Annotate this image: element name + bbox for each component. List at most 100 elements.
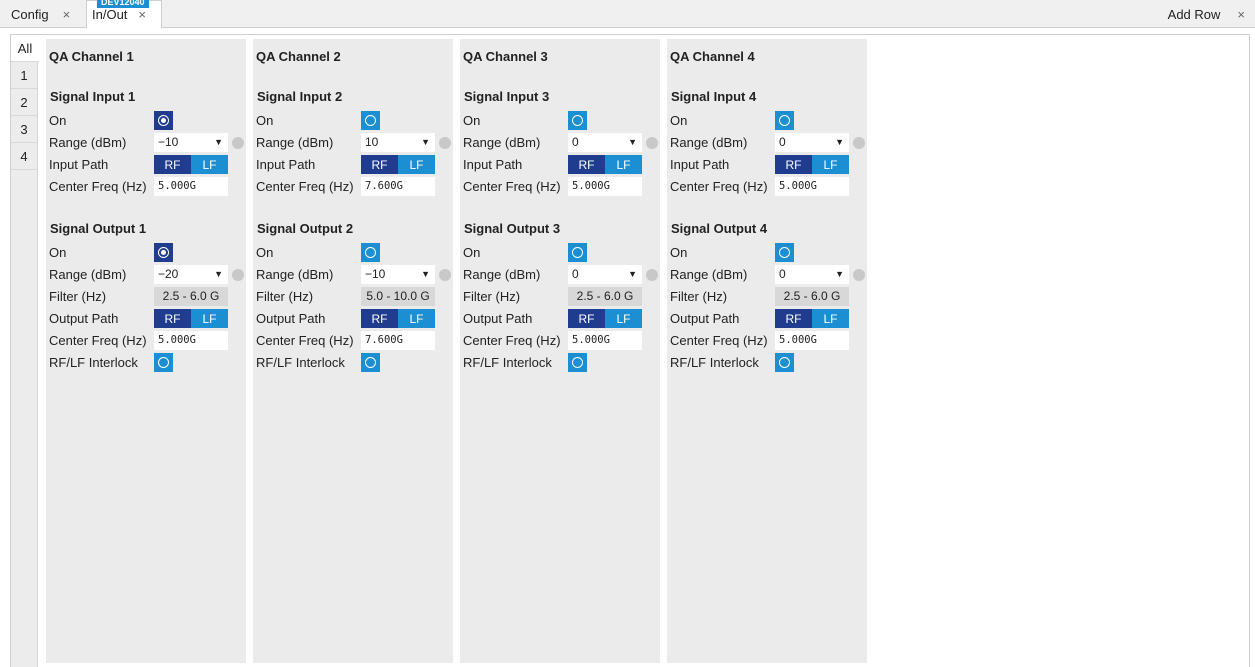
side-tab-4[interactable]: 4: [11, 143, 37, 170]
tab-config[interactable]: Config ×: [0, 0, 86, 28]
chevron-down-icon: ▼: [835, 137, 844, 147]
center-freq-label: Center Freq (Hz): [463, 179, 561, 194]
channel-title: QA Channel 3: [463, 49, 548, 64]
input-on-toggle[interactable]: [154, 111, 173, 130]
input-range-select[interactable]: 10 ▼: [361, 133, 435, 152]
output-on-toggle[interactable]: [154, 243, 173, 262]
output-on-toggle[interactable]: [568, 243, 587, 262]
output-filter-row: Filter (Hz) 5.0 - 10.0 G: [256, 287, 453, 307]
output-center-freq-field[interactable]: 5.000G: [154, 331, 228, 350]
toggle-ring-icon: [158, 115, 169, 126]
output-path-rf-button[interactable]: RF: [568, 309, 605, 328]
output-range-select[interactable]: 0 ▼: [775, 265, 849, 284]
input-range-row: Range (dBm) 0 ▼: [463, 133, 660, 153]
toggle-ring-icon: [779, 357, 790, 368]
output-range-select[interactable]: 0 ▼: [568, 265, 642, 284]
output-path-label: Output Path: [463, 311, 533, 326]
output-path-lf-button[interactable]: LF: [191, 309, 228, 328]
chevron-down-icon: ▼: [835, 269, 844, 279]
interlock-toggle[interactable]: [361, 353, 380, 372]
toggle-ring-icon: [365, 247, 376, 258]
output-path-rf-button[interactable]: RF: [154, 309, 191, 328]
chevron-down-icon: ▼: [214, 137, 223, 147]
signal-output-title: Signal Output 2: [257, 221, 354, 236]
interlock-row: RF/LF Interlock: [49, 353, 246, 373]
output-center-freq-field[interactable]: 7.600G: [361, 331, 435, 350]
output-path-lf-button[interactable]: LF: [398, 309, 435, 328]
output-path-row: Output Path RF LF: [49, 309, 246, 329]
output-center-freq-row: Center Freq (Hz) 5.000G: [49, 331, 246, 351]
output-filter-row: Filter (Hz) 2.5 - 6.0 G: [463, 287, 660, 307]
center-freq-label: Center Freq (Hz): [256, 179, 354, 194]
device-badge: DEV12040: [97, 0, 149, 8]
output-range-row: Range (dBm) −10 ▼: [256, 265, 453, 285]
output-range-value: −10: [365, 267, 386, 281]
interlock-toggle[interactable]: [568, 353, 587, 372]
channel-title: QA Channel 2: [256, 49, 341, 64]
signal-input-title: Signal Input 1: [50, 89, 136, 104]
input-center-freq-field[interactable]: 5.000G: [568, 177, 642, 196]
interlock-row: RF/LF Interlock: [670, 353, 867, 373]
interlock-toggle[interactable]: [775, 353, 794, 372]
output-path-rf-button[interactable]: RF: [361, 309, 398, 328]
input-path-lf-button[interactable]: LF: [398, 155, 435, 174]
input-range-select[interactable]: 0 ▼: [775, 133, 849, 152]
close-icon[interactable]: ×: [63, 7, 71, 22]
input-path-rf-button[interactable]: RF: [775, 155, 812, 174]
output-on-toggle[interactable]: [775, 243, 794, 262]
side-tab-2[interactable]: 2: [11, 89, 37, 116]
input-range-select[interactable]: 0 ▼: [568, 133, 642, 152]
output-path-row: Output Path RF LF: [256, 309, 453, 329]
output-path-rf-button[interactable]: RF: [775, 309, 812, 328]
input-path-lf-button[interactable]: LF: [191, 155, 228, 174]
filter-label: Filter (Hz): [670, 289, 728, 304]
input-center-freq-field[interactable]: 5.000G: [154, 177, 228, 196]
input-path-lf-button[interactable]: LF: [605, 155, 642, 174]
input-center-freq-row: Center Freq (Hz) 5.000G: [670, 177, 867, 197]
add-row-button[interactable]: Add Row ×: [1168, 0, 1255, 28]
input-range-row: Range (dBm) 0 ▼: [670, 133, 867, 153]
range-label: Range (dBm): [256, 267, 334, 282]
input-path-rf-button[interactable]: RF: [361, 155, 398, 174]
overload-led-icon: [853, 137, 865, 149]
input-range-select[interactable]: −10 ▼: [154, 133, 228, 152]
output-on-row: On: [49, 243, 246, 263]
input-on-toggle[interactable]: [361, 111, 380, 130]
input-center-freq-field[interactable]: 7.600G: [361, 177, 435, 196]
side-tab-3[interactable]: 3: [11, 116, 37, 143]
input-on-toggle[interactable]: [775, 111, 794, 130]
signal-input-title: Signal Input 4: [671, 89, 757, 104]
input-path-rf-button[interactable]: RF: [154, 155, 191, 174]
range-label: Range (dBm): [49, 267, 127, 282]
output-range-select[interactable]: −10 ▼: [361, 265, 435, 284]
close-icon[interactable]: ×: [1237, 7, 1245, 22]
output-path-switch: RF LF: [361, 309, 435, 328]
center-freq-label: Center Freq (Hz): [463, 333, 561, 348]
input-on-toggle[interactable]: [568, 111, 587, 130]
output-center-freq-field[interactable]: 5.000G: [775, 331, 849, 350]
input-center-freq-field[interactable]: 5.000G: [775, 177, 849, 196]
input-on-row: On: [670, 111, 867, 131]
output-path-switch: RF LF: [775, 309, 849, 328]
interlock-toggle[interactable]: [154, 353, 173, 372]
output-path-lf-button[interactable]: LF: [812, 309, 849, 328]
output-on-toggle[interactable]: [361, 243, 380, 262]
input-path-switch: RF LF: [568, 155, 642, 174]
side-tab-1[interactable]: 1: [11, 62, 37, 89]
chevron-down-icon: ▼: [214, 269, 223, 279]
input-path-lf-button[interactable]: LF: [812, 155, 849, 174]
input-center-freq-row: Center Freq (Hz) 7.600G: [256, 177, 453, 197]
interlock-label: RF/LF Interlock: [463, 355, 552, 370]
output-filter-value: 2.5 - 6.0 G: [568, 287, 642, 306]
filter-label: Filter (Hz): [49, 289, 107, 304]
interlock-label: RF/LF Interlock: [49, 355, 138, 370]
signal-output-title: Signal Output 1: [50, 221, 147, 236]
output-center-freq-field[interactable]: 5.000G: [568, 331, 642, 350]
chevron-down-icon: ▼: [421, 269, 430, 279]
input-path-rf-button[interactable]: RF: [568, 155, 605, 174]
close-icon[interactable]: ×: [138, 7, 146, 22]
side-tab-all[interactable]: All: [11, 35, 39, 62]
output-range-select[interactable]: −20 ▼: [154, 265, 228, 284]
output-path-lf-button[interactable]: LF: [605, 309, 642, 328]
input-center-freq-row: Center Freq (Hz) 5.000G: [463, 177, 660, 197]
